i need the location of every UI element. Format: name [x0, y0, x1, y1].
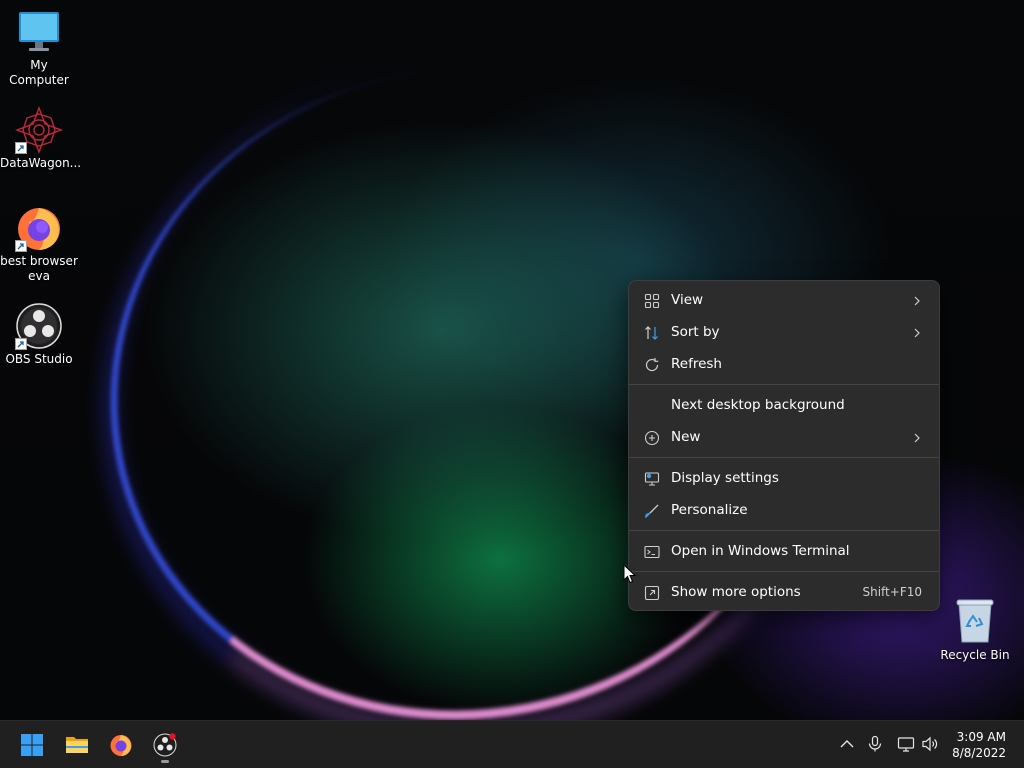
desktop-icon-label: best browser eva — [0, 254, 78, 283]
desktop-icon-datawagon[interactable]: DataWagon... — [0, 106, 82, 171]
taskbar-start-button[interactable] — [14, 727, 50, 763]
taskbar: 3:09 AM 8/8/2022 — [0, 720, 1024, 768]
shortcut-arrow-icon — [15, 240, 27, 252]
chevron-up-icon[interactable] — [838, 735, 856, 753]
desktop-icon-obs-studio[interactable]: OBS Studio — [0, 302, 78, 367]
desktop-background[interactable]: My Computer DataWagon... best browser ev… — [0, 0, 1024, 720]
running-indicator — [161, 760, 169, 763]
menu-item-label: View — [671, 292, 704, 308]
desktop-icon-best-browser[interactable]: best browser eva — [0, 204, 78, 284]
shortcut-arrow-icon — [15, 338, 27, 350]
microphone-icon[interactable] — [866, 735, 884, 753]
volume-icon[interactable] — [921, 735, 939, 753]
terminal-icon — [644, 544, 660, 560]
shortcut-arrow-icon — [15, 142, 27, 154]
recycle-bin-label: Recycle Bin — [940, 648, 1010, 662]
desktop-context-menu: View Sort by Refresh Next desktop backgr… — [628, 280, 940, 611]
recycle-bin-icon — [953, 596, 997, 644]
menu-item-new[interactable]: New — [634, 423, 934, 453]
desktop-icon-label: DataWagon... — [0, 156, 82, 170]
obs-icon — [15, 302, 63, 350]
firefox-icon — [15, 204, 63, 252]
chevron-right-icon — [912, 326, 922, 340]
new-plus-icon — [644, 430, 660, 446]
desktop-icon-label: OBS Studio — [5, 352, 73, 366]
menu-separator — [629, 530, 939, 531]
menu-item-label: Display settings — [671, 470, 779, 486]
menu-item-view[interactable]: View — [634, 286, 934, 316]
taskbar-firefox-button[interactable] — [103, 727, 139, 763]
menu-item-refresh[interactable]: Refresh — [634, 350, 934, 380]
chevron-right-icon — [912, 431, 922, 445]
menu-item-display-settings[interactable]: Display settings — [634, 464, 934, 494]
display-settings-icon — [644, 471, 660, 487]
firefox-icon — [110, 735, 132, 756]
desktop-icon-label: My Computer — [9, 58, 69, 87]
menu-item-label: New — [671, 429, 701, 445]
mouse-cursor-icon — [623, 563, 637, 584]
menu-item-personalize[interactable]: Personalize — [634, 496, 934, 526]
menu-item-label: Sort by — [671, 324, 720, 340]
taskbar-obs-button[interactable] — [147, 727, 183, 763]
menu-item-open-windows-terminal[interactable]: Open in Windows Terminal — [634, 537, 934, 567]
chevron-right-icon — [912, 294, 922, 308]
network-icon[interactable] — [897, 735, 915, 753]
clock-time: 3:09 AM — [956, 730, 1006, 744]
menu-item-label: Show more options — [671, 584, 801, 600]
menu-item-show-more-options[interactable]: Show more options Shift+F10 — [634, 578, 934, 608]
brush-icon — [644, 503, 660, 519]
menu-item-label: Open in Windows Terminal — [671, 543, 850, 559]
taskbar-clock[interactable]: 3:09 AM 8/8/2022 — [952, 729, 1006, 761]
obs-icon — [153, 733, 177, 757]
datawagon-icon — [15, 106, 63, 154]
menu-item-label: Next desktop background — [671, 397, 845, 413]
monitor-icon — [15, 8, 63, 56]
sort-icon — [644, 325, 660, 341]
menu-item-label: Personalize — [671, 502, 748, 518]
menu-item-next-desktop-background[interactable]: Next desktop background — [634, 391, 934, 421]
menu-item-label: Refresh — [671, 356, 722, 372]
menu-item-shortcut: Shift+F10 — [862, 585, 922, 599]
menu-item-sort-by[interactable]: Sort by — [634, 318, 934, 348]
menu-separator — [629, 571, 939, 572]
refresh-icon — [644, 357, 660, 373]
menu-separator — [629, 384, 939, 385]
desktop-icon-my-computer[interactable]: My Computer — [0, 8, 78, 88]
view-grid-icon — [644, 293, 660, 309]
more-options-icon — [644, 585, 660, 601]
clock-date: 8/8/2022 — [952, 746, 1006, 760]
menu-separator — [629, 457, 939, 458]
folder-icon — [66, 737, 88, 753]
desktop-icon-recycle-bin[interactable]: Recycle Bin — [940, 596, 1010, 662]
windows-start-icon — [21, 734, 43, 756]
taskbar-file-explorer-button[interactable] — [59, 727, 95, 763]
